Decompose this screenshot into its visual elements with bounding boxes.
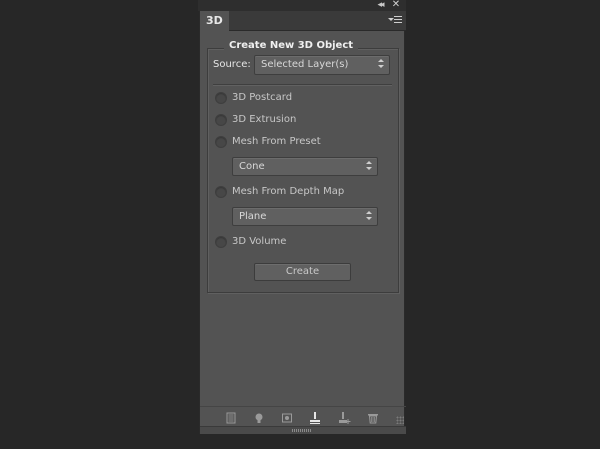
option-label: Mesh From Depth Map	[232, 186, 345, 197]
panel-tab-strip: 3D	[200, 11, 406, 31]
create-button[interactable]: Create	[254, 263, 351, 281]
close-panel-icon[interactable]: ✕	[389, 0, 403, 11]
depth-map-dropdown-value: Plane	[239, 211, 267, 222]
radio-button[interactable]	[215, 186, 227, 198]
option-3d-extrusion[interactable]: 3D Extrusion	[215, 113, 395, 129]
option-label: Mesh From Preset	[232, 136, 321, 147]
resize-grip-icon[interactable]	[396, 416, 404, 424]
section-title: Create New 3D Object	[224, 39, 359, 53]
radio-button[interactable]	[215, 92, 227, 104]
radio-button[interactable]	[215, 114, 227, 126]
panel-bottom-toolbar	[200, 406, 406, 426]
depth-map-dropdown[interactable]: Plane	[232, 207, 378, 226]
option-label: 3D Postcard	[232, 92, 293, 103]
trash-icon[interactable]	[366, 410, 380, 424]
light-bulb-icon[interactable]	[252, 410, 266, 424]
add-light-icon[interactable]	[337, 410, 351, 424]
source-dropdown-value: Selected Layer(s)	[261, 59, 349, 70]
option-mesh-from-preset[interactable]: Mesh From Preset	[215, 135, 395, 151]
option-3d-volume[interactable]: 3D Volume	[215, 235, 395, 251]
3d-panel: 3D Create New 3D Object Source: Selected…	[199, 11, 406, 434]
radio-button[interactable]	[215, 136, 227, 148]
panel-menu-icon[interactable]	[388, 15, 402, 27]
dropdown-arrows-icon	[378, 59, 384, 69]
panel-base	[200, 426, 406, 434]
source-dropdown[interactable]: Selected Layer(s)	[254, 55, 390, 75]
option-label: 3D Volume	[232, 236, 287, 247]
tab-3d[interactable]: 3D	[200, 11, 229, 31]
mesh-icon[interactable]	[308, 410, 322, 424]
collapse-panels-icon[interactable]: ◂◂	[373, 0, 387, 11]
radio-button[interactable]	[215, 236, 227, 248]
option-mesh-from-depth-map[interactable]: Mesh From Depth Map	[215, 185, 395, 201]
dropdown-arrows-icon	[366, 211, 372, 221]
whole-scene-icon[interactable]	[224, 410, 238, 424]
option-label: 3D Extrusion	[232, 114, 297, 125]
preset-dropdown[interactable]: Cone	[232, 157, 378, 176]
preset-dropdown-value: Cone	[239, 161, 265, 172]
source-label: Source:	[213, 59, 251, 70]
dropdown-arrows-icon	[366, 161, 372, 171]
divider	[213, 84, 392, 86]
drag-handle-icon[interactable]	[292, 429, 312, 432]
option-3d-postcard[interactable]: 3D Postcard	[215, 91, 395, 107]
materials-icon[interactable]	[280, 410, 294, 424]
